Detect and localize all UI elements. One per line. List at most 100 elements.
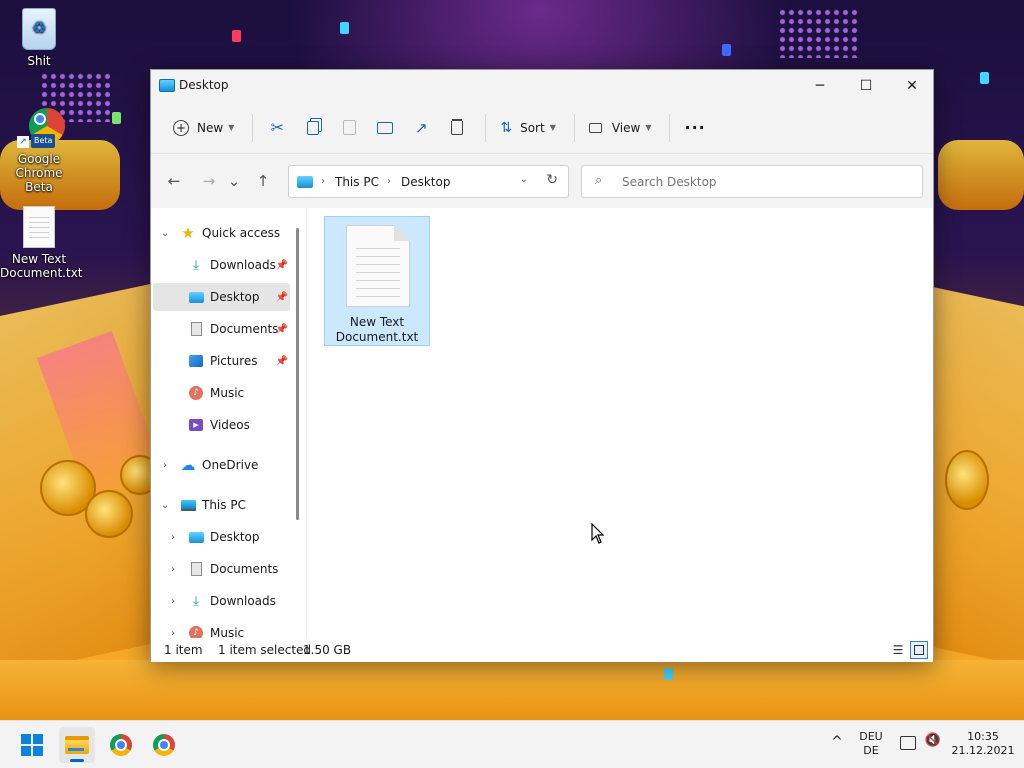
file-item[interactable]: New Text Document.txt (324, 216, 430, 346)
start-button[interactable] (14, 727, 50, 763)
delete-button[interactable] (441, 112, 473, 144)
nav-quick-documents[interactable]: Documents 📌 (153, 315, 290, 343)
monitor-icon (180, 497, 196, 513)
back-button[interactable]: ← (159, 166, 189, 196)
chevron-down-icon: ⌄ (161, 227, 170, 239)
taskbar-chrome-beta[interactable] (146, 727, 182, 763)
videos-icon: ▶ (188, 417, 204, 433)
view-label: View (611, 120, 641, 135)
clock[interactable]: 10:35 21.12.2021 (950, 730, 1016, 758)
paste-button[interactable] (333, 112, 365, 144)
cut-icon: ✂ (270, 118, 285, 137)
more-options-button[interactable]: ··· (678, 112, 711, 144)
window-title: Desktop (179, 78, 229, 92)
taskbar-chrome[interactable] (103, 727, 139, 763)
taskbar: ^ DEU DE 🔇 10:35 21.12.2021 (0, 720, 1024, 768)
refresh-icon[interactable]: ↻ (546, 172, 558, 188)
nav-quick-downloads[interactable]: ⤓ Downloads 📌 (153, 251, 290, 279)
close-button[interactable]: ✕ (889, 70, 935, 102)
recent-locations-button[interactable]: ⌄ (224, 166, 244, 196)
search-input[interactable] (581, 165, 923, 198)
tiles-icon (914, 645, 924, 655)
breadcrumb-desktop[interactable]: Desktop (401, 175, 451, 189)
details-view-button[interactable]: ☰ (889, 641, 907, 659)
taskbar-file-explorer[interactable] (59, 727, 95, 763)
file-list-area[interactable]: New Text Document.txt (307, 208, 933, 638)
shortcut-arrow-icon: ↗ (17, 136, 29, 148)
download-icon: ⤓ (193, 593, 199, 609)
nav-quick-desktop[interactable]: Desktop 📌 (153, 283, 290, 311)
nav-pc-documents[interactable]: › Documents (153, 555, 290, 583)
cut-button[interactable]: ✂ (261, 112, 293, 144)
chevron-right-icon: › (171, 531, 175, 543)
lang-bottom: DE (863, 744, 879, 757)
address-bar[interactable]: › This PC › Desktop ⌄ ↻ (288, 165, 569, 198)
input-language-indicator[interactable]: DEU DE (854, 730, 888, 758)
view-icon (588, 122, 602, 133)
maximize-button[interactable]: ☐ (843, 70, 889, 102)
nav-quick-pictures[interactable]: Pictures 📌 (153, 347, 290, 375)
wallpaper-confetti (722, 44, 731, 56)
copy-button[interactable] (297, 112, 329, 144)
network-icon[interactable] (900, 736, 916, 750)
music-icon: ♪ (188, 625, 204, 638)
share-button[interactable]: ↗ (405, 112, 437, 144)
sort-button[interactable]: ⇅ Sort ▼ (494, 112, 562, 144)
text-document-icon (23, 206, 55, 248)
forward-button[interactable]: → (194, 166, 224, 196)
chrome-icon (110, 734, 132, 756)
new-label: New (197, 120, 224, 135)
view-button[interactable]: View ▼ (583, 112, 658, 144)
wallpaper-confetti (232, 30, 241, 42)
chevron-right-icon: › (386, 176, 391, 187)
documents-icon (188, 561, 204, 577)
desktop-icon-text-document[interactable]: New Text Document.txt (0, 206, 83, 280)
title-bar[interactable]: Desktop ─ ☐ ✕ (151, 70, 933, 102)
nav-label: Desktop (210, 290, 260, 304)
nav-label: Desktop (210, 530, 260, 544)
minimize-button[interactable]: ─ (797, 70, 843, 102)
chevron-down-icon: ⌄ (161, 499, 170, 511)
breadcrumb-this-pc[interactable]: This PC (335, 175, 379, 189)
nav-label: Music (210, 626, 245, 638)
nav-onedrive[interactable]: › ☁ OneDrive (153, 451, 290, 479)
volume-muted-icon[interactable]: 🔇 (924, 734, 942, 748)
clock-time: 10:35 (967, 730, 999, 743)
new-button[interactable]: + New ▼ (167, 112, 240, 144)
large-icons-view-button[interactable] (910, 641, 928, 659)
chevron-down-icon[interactable]: ⌄ (520, 174, 528, 185)
nav-quick-access[interactable]: ⌄ ★ Quick access (153, 219, 290, 247)
download-icon: ⤓ (193, 257, 199, 273)
delete-icon (451, 120, 464, 135)
desktop-icon-recycle-bin[interactable]: ♻ Shit (0, 8, 78, 68)
nav-pc-music[interactable]: › ♪ Music (153, 619, 290, 638)
beta-badge: Beta (31, 134, 56, 148)
search-icon: ⌕ (595, 173, 603, 188)
nav-label: Pictures (210, 354, 258, 368)
nav-pc-downloads[interactable]: › ⤓ Downloads (153, 587, 290, 615)
nav-quick-videos[interactable]: ▶ Videos (153, 411, 290, 439)
up-button[interactable]: ↑ (248, 166, 278, 196)
chrome-beta-icon: Beta ↗ (17, 108, 65, 148)
nav-label: Documents (210, 562, 279, 576)
list-icon: ☰ (892, 643, 904, 657)
sort-label: Sort (520, 120, 545, 135)
nav-this-pc[interactable]: ⌄ This PC (153, 491, 290, 519)
nav-quick-music[interactable]: ♪ Music (153, 379, 290, 407)
nav-pane-scrollbar[interactable] (296, 228, 299, 520)
chevron-down-icon: ▼ (549, 123, 556, 132)
rename-icon (377, 121, 394, 134)
chevron-down-icon: ▼ (228, 123, 235, 132)
file-explorer-icon (65, 736, 89, 754)
rename-button[interactable] (369, 112, 401, 144)
pin-icon: 📌 (275, 355, 288, 367)
pin-icon: 📌 (275, 291, 288, 303)
navigation-pane: ⌄ ★ Quick access ⤓ Downloads 📌 Desktop 📌… (151, 208, 306, 638)
chevron-right-icon: › (171, 627, 175, 639)
desktop-icon-chrome-beta[interactable]: Beta ↗ Google Chrome Beta (0, 108, 78, 194)
tray-overflow-chevron[interactable]: ^ (828, 735, 846, 749)
wallpaper-stage (0, 660, 1024, 720)
nav-pc-desktop[interactable]: › Desktop (153, 523, 290, 551)
wallpaper-letters-right (938, 140, 1024, 210)
more-icon: ··· (684, 118, 706, 137)
